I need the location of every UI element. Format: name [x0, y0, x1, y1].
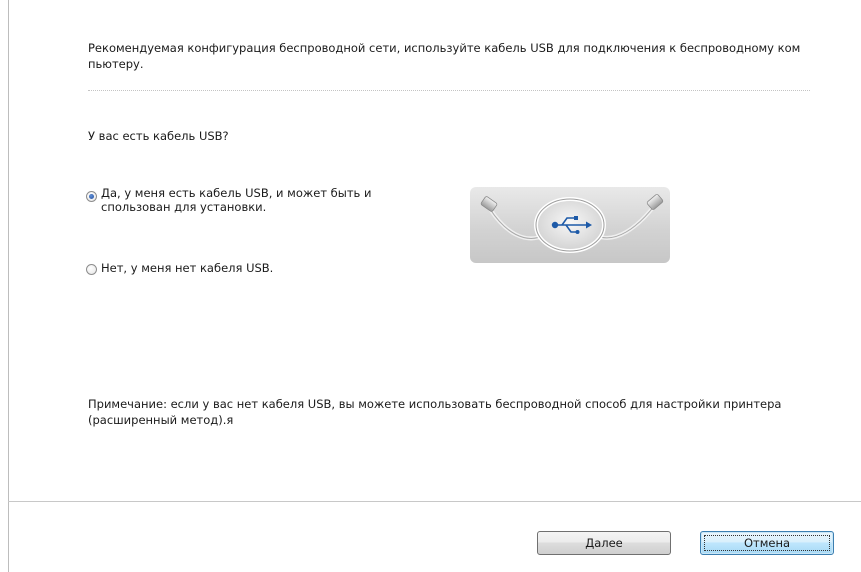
usb-cable-icon: [480, 194, 664, 253]
note-text: Примечание: если у вас нет кабеля USB, в…: [88, 397, 782, 427]
option-has-usb-label[interactable]: Да, у меня есть кабель USB, и может быть…: [101, 186, 391, 214]
usb-question: У вас есть кабель USB?: [88, 129, 229, 143]
window-left-border: [8, 0, 9, 572]
option-no-usb[interactable]: Нет, у меня нет кабеля USB.: [86, 261, 273, 275]
option-has-usb[interactable]: Да, у меня есть кабель USB, и может быть…: [86, 186, 391, 214]
intro-text: Рекомендуемая конфигурация беспроводной …: [88, 41, 801, 71]
section-divider: [88, 90, 810, 91]
option-no-usb-label[interactable]: Нет, у меня нет кабеля USB.: [101, 261, 273, 275]
footer-divider: [8, 501, 861, 502]
next-button[interactable]: Далее: [537, 531, 671, 555]
radio-has-usb[interactable]: [86, 191, 97, 202]
radio-no-usb[interactable]: [86, 264, 97, 275]
usb-cable-illustration: [470, 187, 670, 263]
installer-page: Рекомендуемая конфигурация беспроводной …: [0, 0, 861, 572]
cancel-button[interactable]: Отмена: [700, 531, 834, 555]
cancel-button-label: Отмена: [743, 536, 791, 550]
